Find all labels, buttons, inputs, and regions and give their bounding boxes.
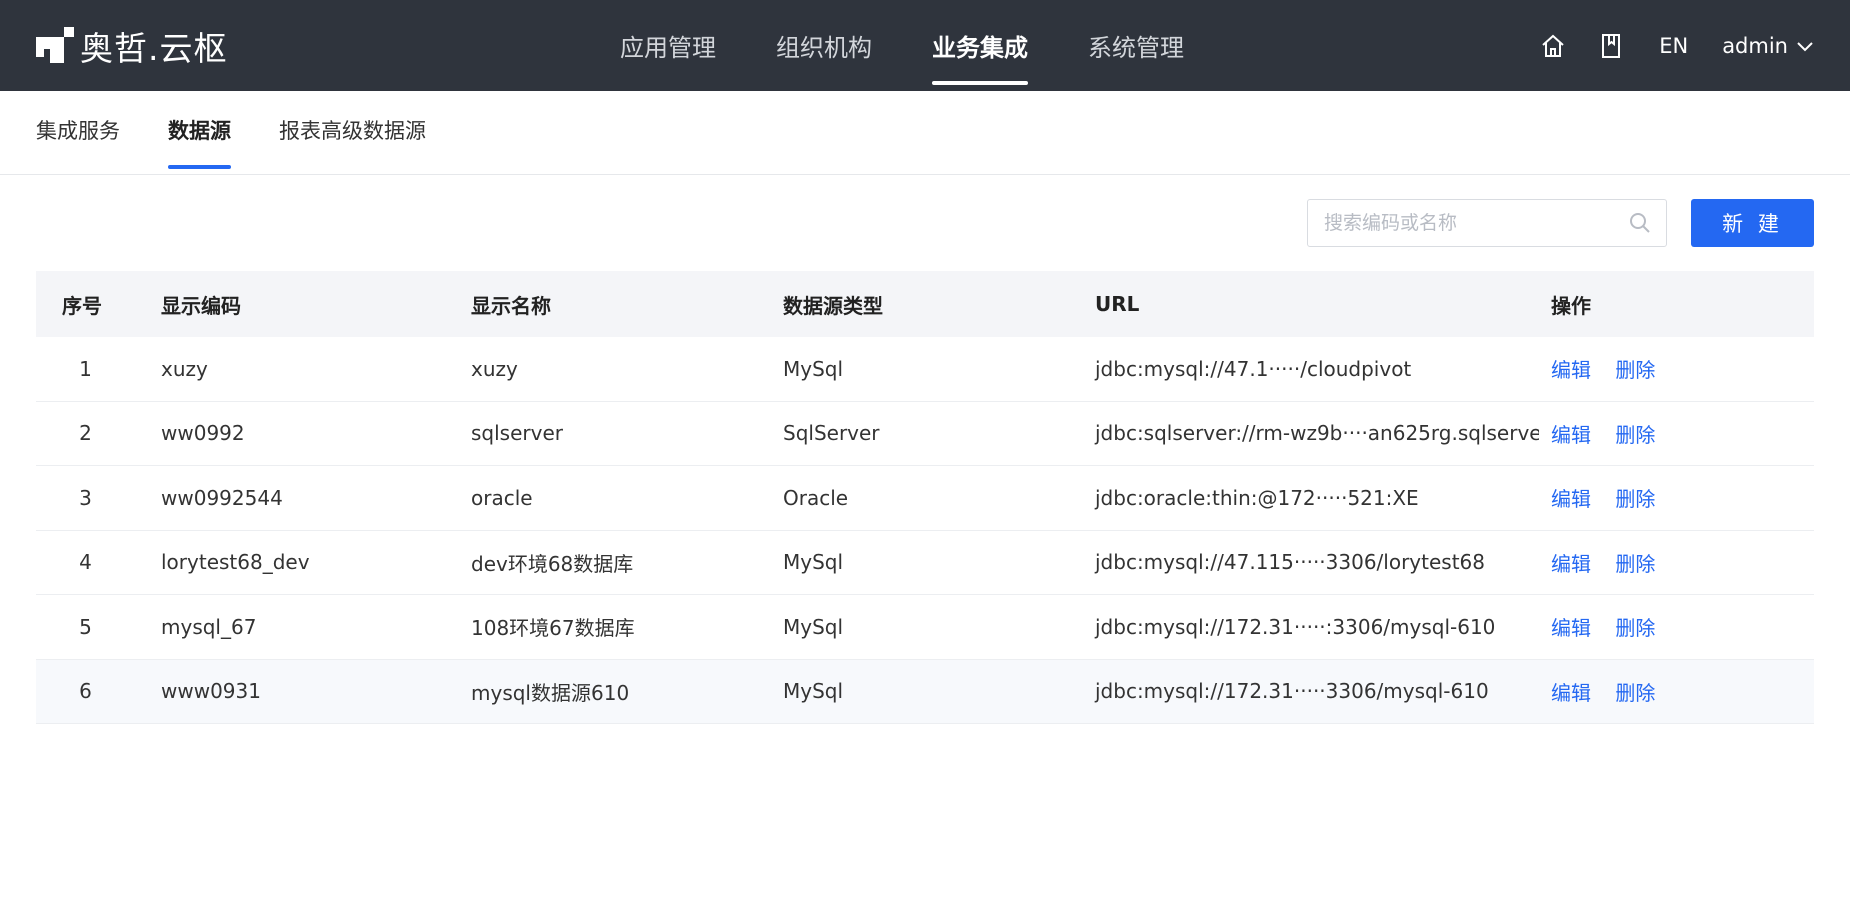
cell-index: 4 bbox=[79, 550, 92, 575]
cell-actions: 编辑 删除 bbox=[1539, 612, 1814, 641]
chevron-down-icon bbox=[1796, 34, 1814, 58]
column-header-url: URL bbox=[1095, 292, 1140, 316]
cell-index: 3 bbox=[79, 485, 92, 510]
main-nav-organization[interactable]: 组织机构 bbox=[776, 0, 872, 91]
cell-actions: 编辑 删除 bbox=[1539, 677, 1814, 706]
header-tools: EN admin bbox=[1509, 0, 1814, 91]
cell-name: dev环境68数据库 bbox=[471, 551, 634, 576]
cell-index: 1 bbox=[79, 356, 92, 381]
edit-link[interactable]: 编辑 bbox=[1551, 681, 1591, 705]
cell-name: sqlserver bbox=[471, 421, 563, 446]
cell-index: 2 bbox=[79, 421, 92, 446]
cell-url: jdbc:mysql://172.31·····:3306/mysql-610 bbox=[1095, 614, 1496, 639]
cell-name: oracle bbox=[471, 485, 533, 510]
table-row: 5 mysql_67 108环境67数据库 MySql jdbc:mysql:/… bbox=[36, 595, 1814, 660]
table-header: 序号 显示编码 显示名称 数据源类型 URL 操作 bbox=[36, 271, 1814, 337]
delete-link[interactable]: 删除 bbox=[1615, 423, 1655, 447]
cell-code: mysql_67 bbox=[161, 614, 257, 639]
main-nav-business-integration[interactable]: 业务集成 bbox=[932, 0, 1028, 91]
delete-link[interactable]: 删除 bbox=[1615, 552, 1655, 576]
tab-report-advanced-data-source[interactable]: 报表高级数据源 bbox=[279, 91, 426, 175]
search-input[interactable] bbox=[1324, 200, 1624, 246]
cell-type: MySql bbox=[783, 356, 844, 381]
brand-logo[interactable]: 奥哲.云枢 bbox=[36, 24, 228, 68]
column-header-code: 显示编码 bbox=[161, 293, 241, 318]
table-row: 3 ww0992544 oracle Oracle jdbc:oracle:th… bbox=[36, 466, 1814, 531]
edit-link[interactable]: 编辑 bbox=[1551, 487, 1591, 511]
column-header-type: 数据源类型 bbox=[783, 293, 883, 318]
delete-link[interactable]: 删除 bbox=[1615, 681, 1655, 705]
cell-url: jdbc:oracle:thin:@172·····521:XE bbox=[1095, 485, 1419, 510]
user-menu[interactable]: admin bbox=[1722, 34, 1814, 58]
brand-name: 奥哲.云枢 bbox=[80, 29, 228, 68]
edit-link[interactable]: 编辑 bbox=[1551, 358, 1591, 382]
cell-url: jdbc:mysql://47.115·····3306/lorytest68 bbox=[1095, 550, 1485, 575]
table-row: 4 lorytest68_dev dev环境68数据库 MySql jdbc:m… bbox=[36, 531, 1814, 595]
table-row: 1 xuzy xuzy MySql jdbc:mysql://47.1·····… bbox=[36, 337, 1814, 402]
cell-type: SqlServer bbox=[783, 421, 880, 446]
data-source-table: 序号 显示编码 显示名称 数据源类型 URL 操作 1 xuzy xuzy My… bbox=[36, 271, 1814, 724]
cell-actions: 编辑 删除 bbox=[1539, 419, 1814, 448]
delete-link[interactable]: 删除 bbox=[1615, 358, 1655, 382]
sub-nav: 集成服务 数据源 报表高级数据源 bbox=[0, 91, 1850, 175]
cell-url: jdbc:mysql://172.31·····3306/mysql-610 bbox=[1095, 679, 1489, 704]
home-icon[interactable] bbox=[1539, 32, 1567, 60]
new-button[interactable]: 新 建 bbox=[1691, 199, 1814, 247]
main-nav-system-management[interactable]: 系统管理 bbox=[1088, 0, 1184, 91]
delete-link[interactable]: 删除 bbox=[1615, 616, 1655, 640]
delete-link[interactable]: 删除 bbox=[1615, 487, 1655, 511]
cell-code: ww0992544 bbox=[161, 485, 283, 510]
bookmark-icon[interactable] bbox=[1597, 32, 1625, 60]
cell-actions: 编辑 删除 bbox=[1539, 548, 1814, 577]
cell-type: MySql bbox=[783, 550, 844, 575]
search-icon[interactable] bbox=[1628, 211, 1652, 235]
main-nav: 应用管理 组织机构 业务集成 系统管理 bbox=[620, 0, 1244, 91]
edit-link[interactable]: 编辑 bbox=[1551, 552, 1591, 576]
table-row: 2 ww0992 sqlserver SqlServer jdbc:sqlser… bbox=[36, 402, 1814, 466]
tab-data-source[interactable]: 数据源 bbox=[168, 91, 231, 175]
logo-mark-icon bbox=[36, 27, 76, 65]
cell-index: 6 bbox=[79, 679, 92, 704]
edit-link[interactable]: 编辑 bbox=[1551, 423, 1591, 447]
cell-code: ww0992 bbox=[161, 421, 245, 446]
cell-actions: 编辑 删除 bbox=[1539, 354, 1814, 383]
cell-code: lorytest68_dev bbox=[161, 550, 310, 575]
cell-name: xuzy bbox=[471, 356, 518, 381]
search-box bbox=[1307, 199, 1667, 247]
top-header: 奥哲.云枢 应用管理 组织机构 业务集成 系统管理 EN admin bbox=[0, 0, 1850, 91]
column-header-actions: 操作 bbox=[1551, 293, 1591, 318]
tab-integration-service[interactable]: 集成服务 bbox=[36, 91, 120, 175]
cell-index: 5 bbox=[79, 614, 92, 639]
column-header-index: 序号 bbox=[62, 293, 102, 318]
cell-actions: 编辑 删除 bbox=[1539, 483, 1814, 512]
cell-name: mysql数据源610 bbox=[471, 680, 630, 705]
cell-type: Oracle bbox=[783, 485, 849, 510]
cell-name: 108环境67数据库 bbox=[471, 616, 635, 641]
cell-type: MySql bbox=[783, 614, 844, 639]
column-header-name: 显示名称 bbox=[471, 293, 551, 318]
cell-url: jdbc:mysql://47.1·····/cloudpivot bbox=[1095, 356, 1412, 381]
cell-code: www0931 bbox=[161, 679, 261, 704]
cell-url: jdbc:sqlserver://rm-wz9b····an625rg.sqls… bbox=[1095, 421, 1539, 446]
cell-type: MySql bbox=[783, 679, 844, 704]
username: admin bbox=[1722, 33, 1788, 58]
main-nav-app-management[interactable]: 应用管理 bbox=[620, 0, 716, 91]
edit-link[interactable]: 编辑 bbox=[1551, 616, 1591, 640]
cell-code: xuzy bbox=[161, 356, 208, 381]
language-switch[interactable]: EN bbox=[1659, 34, 1688, 58]
table-row: 6 www0931 mysql数据源610 MySql jdbc:mysql:/… bbox=[36, 659, 1814, 724]
